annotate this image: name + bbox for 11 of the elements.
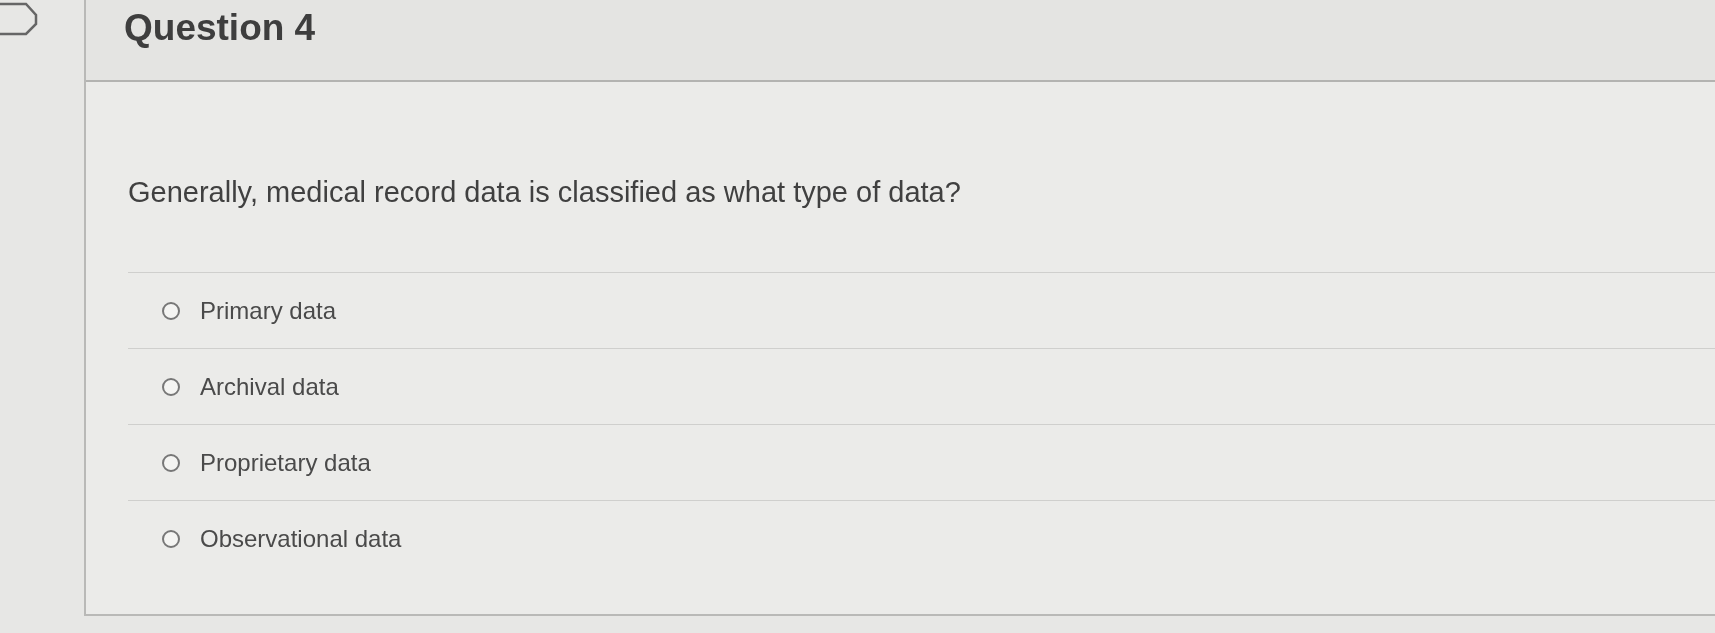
radio-button[interactable] bbox=[162, 377, 180, 396]
radio-button[interactable] bbox=[162, 530, 180, 548]
question-title: Question 4 bbox=[124, 6, 316, 50]
answer-label[interactable]: Proprietary data bbox=[200, 447, 371, 478]
answer-label[interactable]: Archival data bbox=[200, 371, 339, 402]
radio-button[interactable] bbox=[162, 453, 180, 472]
radio-button[interactable] bbox=[162, 301, 180, 320]
answer-label[interactable]: Primary data bbox=[200, 295, 337, 326]
answer-label[interactable]: Observational data bbox=[200, 524, 402, 554]
question-text: Generally, medical record data is classified as what type of data? bbox=[128, 175, 961, 210]
flag-icon[interactable] bbox=[0, 2, 38, 36]
